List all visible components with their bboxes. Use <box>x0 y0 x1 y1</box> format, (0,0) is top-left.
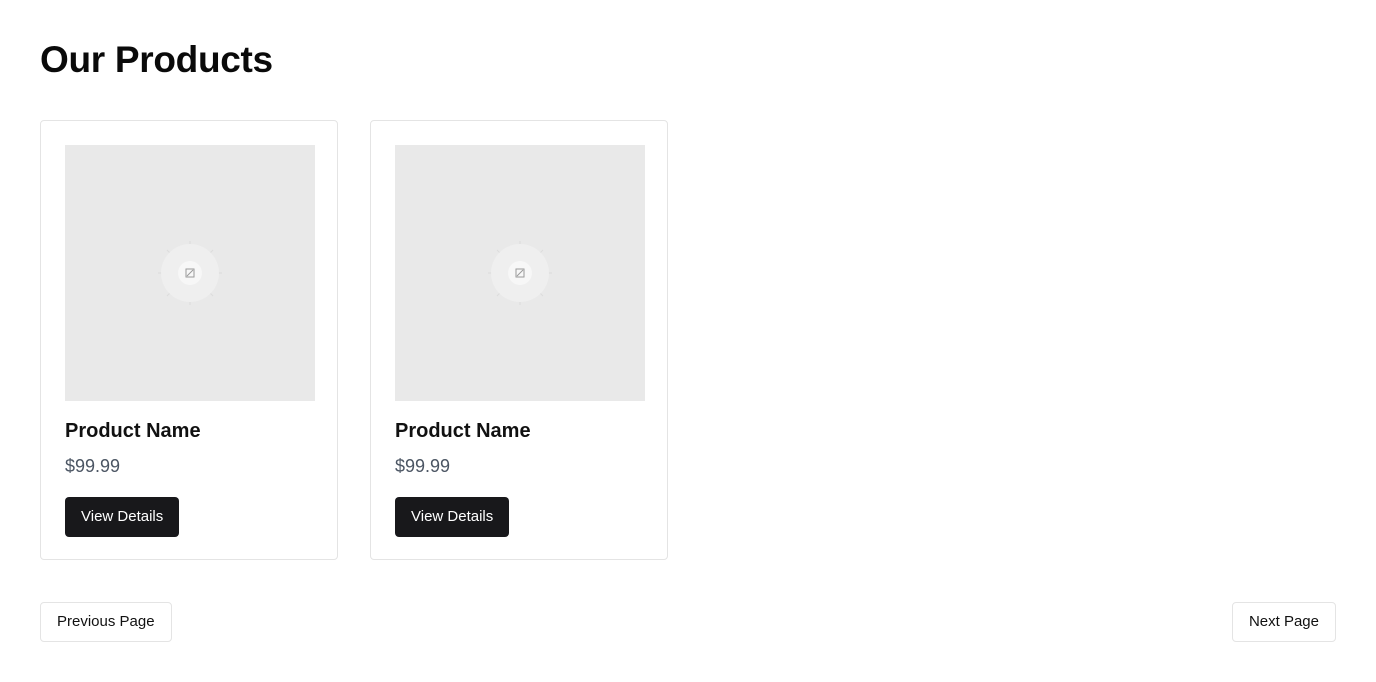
product-price: $99.99 <box>395 456 451 476</box>
next-page-button[interactable]: Next Page <box>1231 602 1336 642</box>
product-card: Product Name $99.99 View Details <box>370 120 668 560</box>
product-price: $99.99 <box>65 456 121 476</box>
image-placeholder-icon <box>488 241 552 305</box>
page-title: Our Products <box>40 39 273 80</box>
product-grid: Product Name $99.99 View Details Product… <box>40 120 668 560</box>
product-name: Product Name <box>65 420 201 442</box>
product-card: Product Name $99.99 View Details <box>40 120 338 560</box>
product-image <box>65 145 315 401</box>
product-name: Product Name <box>395 420 531 442</box>
previous-page-button[interactable]: Previous Page <box>40 602 172 642</box>
product-image <box>395 145 645 401</box>
image-placeholder-icon <box>158 241 222 305</box>
view-details-button[interactable]: View Details <box>65 497 180 537</box>
view-details-button[interactable]: View Details <box>395 497 510 537</box>
